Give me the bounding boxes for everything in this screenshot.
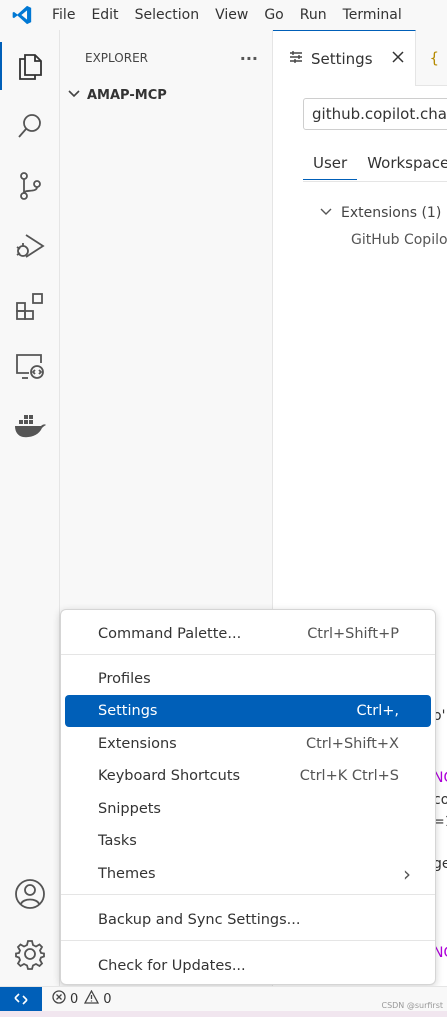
folder-label: AMAP-MCP bbox=[87, 87, 167, 103]
vscode-logo-icon bbox=[0, 0, 44, 30]
watermark: CSDN @surfirst bbox=[381, 1001, 443, 1010]
workspace-folder[interactable]: AMAP-MCP bbox=[60, 86, 272, 104]
menu-item-themes[interactable]: Themes › bbox=[65, 858, 431, 890]
menu-view[interactable]: View bbox=[207, 0, 256, 30]
menu-item-profiles[interactable]: Profiles bbox=[65, 663, 431, 695]
menu-item-snippets[interactable]: Snippets bbox=[65, 793, 431, 825]
menu-item-shortcut: Ctrl+Shift+P bbox=[307, 626, 399, 642]
settings-tree-extensions[interactable]: Extensions (1) bbox=[319, 204, 441, 222]
remote-indicator[interactable] bbox=[0, 986, 42, 1012]
menu-item-label: Tasks bbox=[98, 833, 137, 849]
account-icon[interactable] bbox=[0, 864, 60, 924]
tab-workspace[interactable]: Workspace bbox=[367, 148, 447, 180]
menu-separator bbox=[61, 940, 435, 941]
scope-divider bbox=[303, 181, 447, 182]
warning-count: 0 bbox=[103, 991, 112, 1007]
menu-selection[interactable]: Selection bbox=[127, 0, 208, 30]
activity-bar bbox=[0, 30, 60, 986]
chevron-down-icon bbox=[319, 204, 333, 222]
menu-edit[interactable]: Edit bbox=[83, 0, 126, 30]
menu-item-extensions[interactable]: Extensions Ctrl+Shift+X bbox=[65, 728, 431, 760]
menu-item-label: Check for Updates... bbox=[98, 958, 246, 974]
menu-separator bbox=[61, 654, 435, 655]
run-debug-icon[interactable] bbox=[0, 216, 60, 276]
close-icon[interactable] bbox=[391, 50, 405, 68]
menu-item-label: Extensions bbox=[98, 736, 177, 752]
error-icon bbox=[52, 990, 66, 1008]
status-bar: 0 0 bbox=[0, 986, 447, 1012]
search-icon[interactable] bbox=[0, 96, 60, 156]
settings-tree-copilot[interactable]: GitHub Copilot bbox=[351, 232, 447, 248]
settings-search-input[interactable]: github.copilot.chat. bbox=[303, 98, 447, 130]
remote-explorer-icon[interactable] bbox=[0, 336, 60, 396]
more-actions-icon[interactable]: ··· bbox=[240, 49, 258, 68]
source-control-icon[interactable] bbox=[0, 156, 60, 216]
menu-item-tasks[interactable]: Tasks bbox=[65, 825, 431, 857]
bottom-strip bbox=[0, 1011, 447, 1017]
menu-item-shortcut: Ctrl+, bbox=[356, 703, 399, 719]
warning-icon bbox=[84, 989, 100, 1008]
settings-scope-tabs: User Workspace bbox=[303, 148, 447, 180]
chevron-right-icon: › bbox=[403, 862, 411, 886]
menu-item-label: Settings bbox=[98, 703, 158, 719]
menu-item-label: Themes bbox=[98, 866, 156, 882]
remote-icon bbox=[14, 993, 28, 1005]
tab-settings-label: Settings bbox=[311, 49, 373, 68]
extensions-icon[interactable] bbox=[0, 276, 60, 336]
menu-item-label: Command Palette... bbox=[98, 626, 242, 642]
settings-tab-icon bbox=[289, 50, 303, 68]
menu-item-settings[interactable]: Settings Ctrl+, bbox=[65, 695, 431, 727]
error-count: 0 bbox=[70, 991, 79, 1007]
menu-go[interactable]: Go bbox=[256, 0, 291, 30]
explorer-title: EXPLORER bbox=[85, 51, 148, 65]
menu-item-backup-sync[interactable]: Backup and Sync Settings... bbox=[65, 904, 431, 936]
tab-json[interactable]: { bbox=[416, 30, 440, 85]
tab-settings[interactable]: Settings bbox=[273, 30, 416, 86]
menu-item-shortcut: Ctrl+Shift+X bbox=[306, 736, 399, 752]
menu-item-keyboard-shortcuts[interactable]: Keyboard Shortcuts Ctrl+K Ctrl+S bbox=[65, 760, 431, 792]
menu-terminal[interactable]: Terminal bbox=[335, 0, 410, 30]
docker-icon[interactable] bbox=[0, 396, 60, 456]
menu-separator bbox=[61, 894, 435, 895]
menu-item-shortcut: Ctrl+K Ctrl+S bbox=[299, 768, 399, 784]
json-tab-icon: { bbox=[429, 48, 440, 67]
tree-group-label: Extensions (1) bbox=[341, 205, 442, 221]
explorer-header: EXPLORER ··· bbox=[60, 30, 272, 86]
menu-item-label: Backup and Sync Settings... bbox=[98, 912, 301, 928]
menu-file[interactable]: File bbox=[44, 0, 83, 30]
menu-item-command-palette[interactable]: Command Palette... Ctrl+Shift+P bbox=[65, 618, 431, 650]
editor-tabs: Settings { bbox=[273, 30, 447, 86]
menu-item-label: Profiles bbox=[98, 671, 151, 687]
menu-item-check-updates[interactable]: Check for Updates... bbox=[65, 950, 431, 982]
menu-item-label: Snippets bbox=[98, 801, 161, 817]
manage-menu: Command Palette... Ctrl+Shift+P Profiles… bbox=[60, 609, 436, 985]
tab-user[interactable]: User bbox=[303, 148, 358, 180]
menu-run[interactable]: Run bbox=[292, 0, 335, 30]
title-bar: File Edit Selection View Go Run Terminal bbox=[0, 0, 447, 30]
explorer-icon[interactable] bbox=[0, 36, 60, 96]
menu-item-label: Keyboard Shortcuts bbox=[98, 768, 241, 784]
manage-gear-icon[interactable] bbox=[0, 924, 60, 984]
problems-indicator[interactable]: 0 0 bbox=[42, 989, 112, 1008]
chevron-down-icon bbox=[67, 86, 81, 104]
